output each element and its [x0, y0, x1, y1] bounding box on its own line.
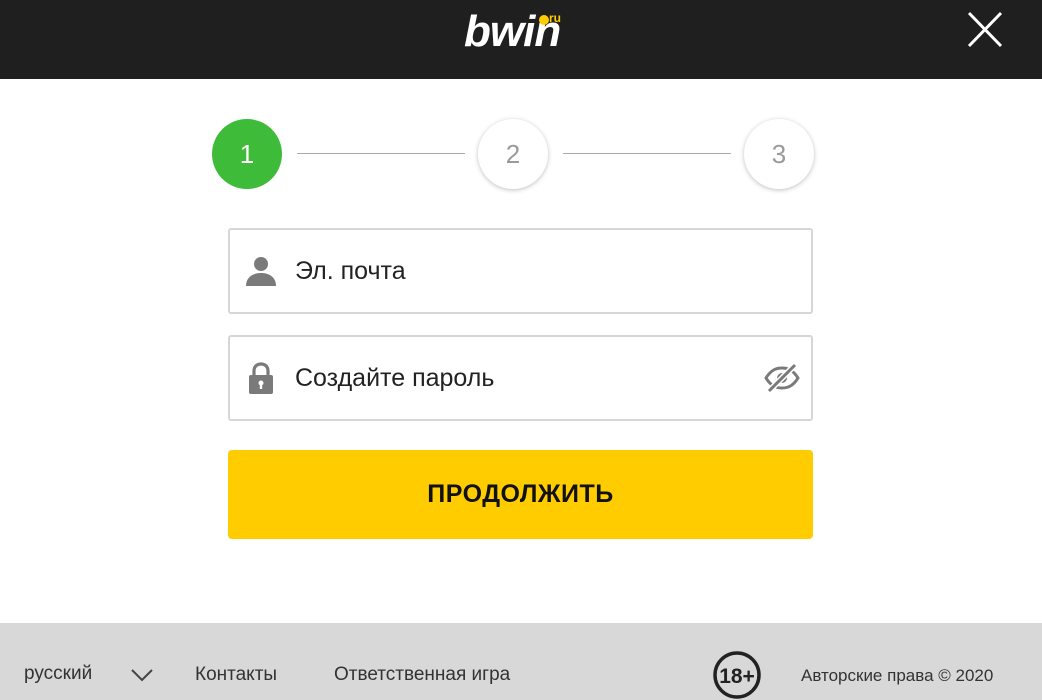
step-connector-1 — [297, 153, 465, 154]
responsible-gaming-link[interactable]: Ответственная игра — [334, 664, 510, 686]
close-icon — [967, 11, 1003, 48]
language-selector[interactable]: русский — [24, 663, 92, 685]
chevron-down-icon[interactable] — [130, 667, 154, 683]
contacts-link[interactable]: Контакты — [195, 664, 277, 686]
bwin-logo[interactable]: bwin ru — [464, 6, 584, 56]
header-bar: bwin ru — [0, 0, 1042, 79]
step-3: 3 — [744, 119, 814, 189]
age-badge-text: 18+ — [719, 665, 755, 688]
step-2: 2 — [478, 119, 548, 189]
copyright-text: Авторские права © 2020 — [801, 666, 994, 685]
eye-off-icon — [764, 362, 800, 394]
lock-icon — [249, 362, 273, 394]
email-input[interactable] — [293, 230, 753, 312]
continue-button[interactable]: ПРОДОЛЖИТЬ — [228, 450, 813, 539]
user-icon — [246, 257, 276, 286]
email-field[interactable] — [228, 228, 813, 314]
password-input[interactable] — [293, 337, 753, 419]
age-restriction-badge: 18+ — [713, 651, 761, 699]
registration-stepper: 1 2 3 — [212, 119, 816, 189]
step-connector-2 — [563, 153, 731, 154]
logo-dot — [539, 15, 549, 25]
step-1: 1 — [212, 119, 282, 189]
logo-suffix: ru — [549, 11, 561, 25]
footer: русский Контакты Ответственная игра 18+ … — [0, 623, 1042, 700]
password-field[interactable] — [228, 335, 813, 421]
close-button[interactable] — [963, 10, 1007, 50]
password-visibility-toggle[interactable] — [763, 361, 801, 395]
